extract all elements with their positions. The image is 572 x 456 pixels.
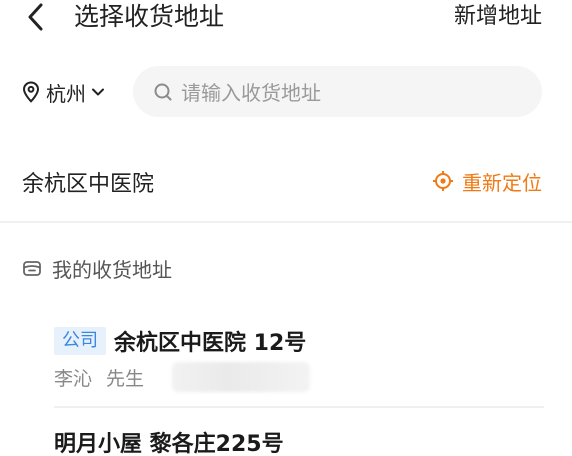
address-line: 公司 余杭区中医院 12号 <box>54 326 544 356</box>
address-picker-page: 选择收货地址 新增地址 杭州 请输入收货地址 余杭区中医院 重新定位 我的收货地… <box>0 0 572 456</box>
page-title: 选择收货地址 <box>74 2 225 31</box>
city-label: 杭州 <box>46 81 86 106</box>
phone-redacted <box>172 362 311 392</box>
current-location-name[interactable]: 余杭区中医院 <box>22 166 154 198</box>
address-tag-badge: 公司 <box>54 327 106 355</box>
search-icon <box>153 81 175 103</box>
location-pin-icon <box>22 81 42 103</box>
contact-name: 李沁 <box>54 367 93 390</box>
header: 选择收货地址 新增地址 <box>0 0 572 36</box>
address-box-icon <box>22 258 42 278</box>
back-chevron-left-icon[interactable] <box>22 2 48 32</box>
search-input[interactable]: 请输入收货地址 <box>133 66 542 117</box>
city-selector[interactable]: 杭州 <box>22 72 106 112</box>
chevron-down-icon <box>92 87 106 97</box>
address-title: 明月小屋 黎各庄225号 <box>54 432 284 456</box>
crosshair-locate-icon <box>432 170 454 192</box>
my-address-section-header: 我的收货地址 <box>22 254 172 282</box>
list-divider <box>54 406 544 408</box>
section-divider <box>0 221 572 223</box>
address-contact: 李沁 先生 <box>54 362 544 392</box>
new-address-button[interactable]: 新增地址 <box>454 0 542 36</box>
relocate-button[interactable]: 重新定位 <box>432 166 542 196</box>
my-address-title: 我的收货地址 <box>52 257 172 282</box>
address-item[interactable]: 公司 余杭区中医院 12号 李沁 先生 <box>54 326 544 392</box>
address-title: 余杭区中医院 12号 <box>114 331 307 356</box>
address-item[interactable]: 明月小屋 黎各庄225号 <box>54 426 284 456</box>
contact-title: 先生 <box>106 367 145 390</box>
search-placeholder: 请输入收货地址 <box>181 81 321 105</box>
relocate-label: 重新定位 <box>462 170 542 195</box>
